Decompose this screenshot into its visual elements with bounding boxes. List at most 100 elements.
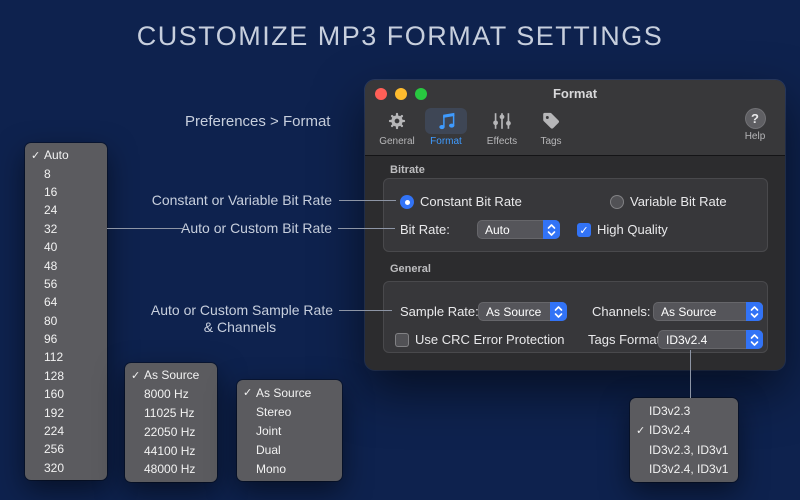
menu-item[interactable]: ✓ As Source xyxy=(125,366,217,385)
constant-bit-rate-radio[interactable] xyxy=(400,195,414,209)
menu-item[interactable]: 8000 Hz xyxy=(125,385,217,404)
menu-item[interactable]: 64 xyxy=(25,293,107,311)
menu-item-label: Auto xyxy=(44,148,69,163)
menu-item-label: 256 xyxy=(44,442,65,457)
menu-item-label: 22050 Hz xyxy=(144,424,196,439)
high-quality-label: High Quality xyxy=(597,222,668,237)
menu-item[interactable]: 96 xyxy=(25,330,107,348)
checkmark-icon: ✓ xyxy=(131,368,141,382)
page-title: CUSTOMIZE MP3 FORMAT SETTINGS xyxy=(136,21,664,51)
popup-chevrons-icon xyxy=(746,330,763,349)
menu-item[interactable]: 24 xyxy=(25,201,107,219)
high-quality-checkbox[interactable]: ✓ xyxy=(577,223,591,237)
help-icon[interactable]: ? xyxy=(744,108,766,129)
checkmark-icon: ✓ xyxy=(31,148,41,162)
menu-item[interactable]: 128 xyxy=(25,367,107,385)
menu-item[interactable]: 320 xyxy=(25,459,107,477)
stage: CUSTOMIZE MP3 FORMAT SETTINGS Preference… xyxy=(0,0,800,500)
menu-item[interactable]: ✓ ID3v2.4 xyxy=(630,421,738,441)
menu-item[interactable]: 192 xyxy=(25,403,107,421)
menu-item[interactable]: 48000 Hz xyxy=(125,460,217,479)
menu-item[interactable]: 224 xyxy=(25,422,107,440)
annotation-channels: & Channels xyxy=(203,319,277,335)
menu-item[interactable]: 56 xyxy=(25,275,107,293)
toolbar-label-format: Format xyxy=(430,136,462,147)
menu-item-label: 56 xyxy=(44,276,58,291)
menu-item-label: 32 xyxy=(44,221,58,236)
menu-item[interactable]: 16 xyxy=(25,183,107,201)
variable-bit-rate-radio[interactable] xyxy=(610,195,624,209)
menu-item-label: 48000 Hz xyxy=(144,462,196,477)
menu-item[interactable]: Mono xyxy=(237,459,342,478)
menu-item[interactable]: 22050 Hz xyxy=(125,422,217,441)
bitrate-section-label: Bitrate xyxy=(390,164,425,176)
connector-line-menu-to-label xyxy=(107,228,184,229)
menu-item-label: ID3v2.3 xyxy=(649,403,691,418)
menu-item-label: 40 xyxy=(44,240,58,255)
constant-bit-rate-label: Constant Bit Rate xyxy=(420,194,522,209)
tags-format-label: Tags Format: xyxy=(588,332,664,347)
checkmark-icon: ✓ xyxy=(243,386,253,399)
toolbar-item-tags[interactable]: Tags xyxy=(526,108,576,147)
menu-item[interactable]: 48 xyxy=(25,256,107,274)
gear-icon xyxy=(376,108,418,134)
menu-item-label: 224 xyxy=(44,424,65,439)
sample-rate-popup[interactable]: As Source xyxy=(478,302,567,321)
general-section-label: General xyxy=(390,263,431,275)
menu-item-label: 112 xyxy=(44,350,64,365)
menu-item-label: 16 xyxy=(44,184,58,199)
menu-item[interactable]: 8 xyxy=(25,164,107,182)
menu-item[interactable]: Stereo xyxy=(237,402,342,421)
menu-item[interactable]: 40 xyxy=(25,238,107,256)
menu-item[interactable]: 11025 Hz xyxy=(125,404,217,423)
tags-format-popup-value: ID3v2.4 xyxy=(666,332,708,347)
menu-item[interactable]: ID3v2.4, ID3v1 xyxy=(630,460,738,480)
variable-bit-rate-label: Variable Bit Rate xyxy=(630,194,727,209)
menu-item[interactable]: ID3v2.3, ID3v1 xyxy=(630,440,738,460)
sample-rate-popup-value: As Source xyxy=(486,304,542,319)
menu-item[interactable]: 80 xyxy=(25,312,107,330)
menu-item[interactable]: 256 xyxy=(25,440,107,458)
menu-item[interactable]: ✓ As Source xyxy=(237,383,342,402)
menu-item-label: ID3v2.4, ID3v1 xyxy=(649,462,729,477)
crc-protection-label: Use CRC Error Protection xyxy=(415,332,565,347)
menu-item[interactable]: 112 xyxy=(25,348,107,366)
menu-item[interactable]: 160 xyxy=(25,385,107,403)
menu-item[interactable]: Joint xyxy=(237,421,342,440)
menu-item-label: 192 xyxy=(44,405,65,420)
window-content: Bitrate Constant Bit Rate Variable Bit R… xyxy=(365,157,785,370)
channels-popup-value: As Source xyxy=(661,304,717,319)
toolbar-label-help: Help xyxy=(744,131,766,142)
menu-item[interactable]: 32 xyxy=(25,220,107,238)
sample-rate-label: Sample Rate: xyxy=(400,304,479,319)
connector-line-bitrate-type xyxy=(339,200,396,201)
menu-item-label: Joint xyxy=(256,423,282,438)
general-group-box: Sample Rate: As Source Channels: As Sour… xyxy=(383,281,768,353)
menu-item-label: 8000 Hz xyxy=(144,387,189,402)
menu-item[interactable]: ID3v2.3 xyxy=(630,401,738,421)
toolbar-item-format[interactable]: Format xyxy=(420,108,472,147)
popup-chevrons-icon xyxy=(550,302,567,321)
bit-rate-popup[interactable]: Auto xyxy=(477,220,560,239)
menu-item-label: 64 xyxy=(44,295,58,310)
channels-popup[interactable]: As Source xyxy=(653,302,763,321)
toolbar-item-help[interactable]: ? Help xyxy=(733,108,777,142)
popup-chevrons-icon xyxy=(543,220,560,239)
toolbar-label-tags: Tags xyxy=(540,136,562,147)
channels-menu: ✓ As Source Stereo Joint Dual Mono xyxy=(237,380,342,481)
toolbar-item-effects[interactable]: Effects xyxy=(476,108,528,147)
connector-line-bitrate-auto xyxy=(338,228,395,229)
menu-item[interactable]: ✓ Auto xyxy=(25,146,107,164)
toolbar-item-general[interactable]: General xyxy=(372,108,422,147)
tags-format-popup[interactable]: ID3v2.4 xyxy=(658,330,763,349)
music-note-icon xyxy=(425,108,467,134)
menu-item[interactable]: 44100 Hz xyxy=(125,441,217,460)
menu-item[interactable]: Dual xyxy=(237,440,342,459)
annotation-sample-rate: Auto or Custom Sample Rate xyxy=(150,302,333,318)
menu-item-label: Dual xyxy=(256,442,281,457)
format-window: Format General Format Effects Tags ? Hel… xyxy=(365,80,785,370)
menu-item-label: 24 xyxy=(44,203,58,218)
menu-item-label: 80 xyxy=(44,313,58,328)
breadcrumb: Preferences > Format xyxy=(185,113,331,130)
crc-protection-checkbox[interactable] xyxy=(395,333,409,347)
